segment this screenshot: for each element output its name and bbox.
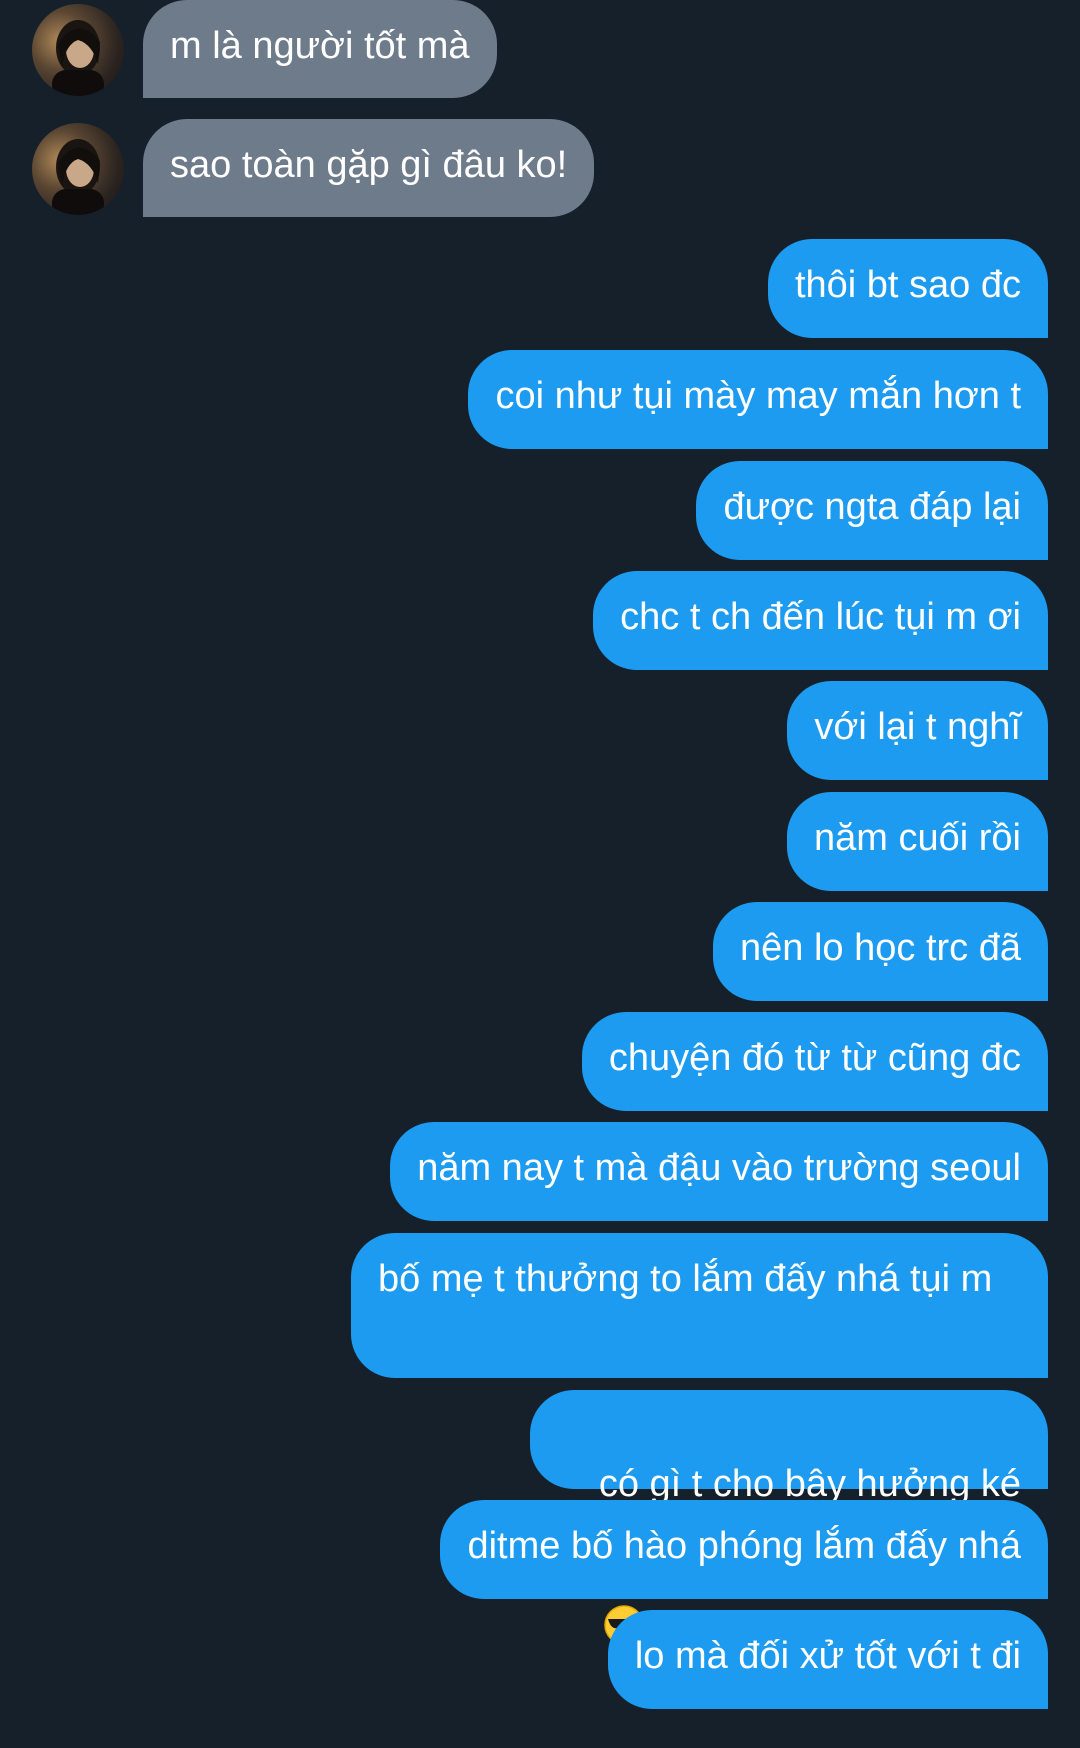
incoming-message[interactable]: sao toàn gặp gì đâu ko! bbox=[143, 119, 595, 217]
outgoing-message[interactable]: chc t ch đến lúc tụi m ơi bbox=[593, 571, 1048, 670]
outgoing-message[interactable]: ditme bố hào phóng lắm đấy nhá bbox=[440, 1500, 1048, 1599]
outgoing-message[interactable]: lo mà đối xử tốt với t đi bbox=[607, 1610, 1048, 1709]
outgoing-message[interactable]: nên lo học trc đã bbox=[713, 902, 1048, 1001]
contact-avatar[interactable] bbox=[32, 4, 124, 96]
incoming-message[interactable]: m là người tốt mà bbox=[143, 0, 497, 98]
outgoing-message[interactable]: chuyện đó từ từ cũng đc bbox=[581, 1012, 1048, 1111]
outgoing-message-text: có gì t cho bây hưởng ké bbox=[598, 1463, 1021, 1505]
outgoing-message[interactable]: có gì t cho bây hưởng ké bbox=[529, 1390, 1048, 1645]
outgoing-message[interactable]: bố mẹ t thưởng to lắm đấy nhá tụi m bbox=[351, 1233, 1048, 1378]
chat-thread: m là người tốt mà sao toàn gặp gì đâu ko… bbox=[0, 0, 1080, 1709]
outgoing-message[interactable]: năm nay t mà đậu vào trường seoul bbox=[390, 1122, 1048, 1221]
outgoing-message[interactable]: được ngta đáp lại bbox=[696, 461, 1048, 560]
contact-avatar[interactable] bbox=[32, 123, 124, 215]
outgoing-message[interactable]: năm cuối rồi bbox=[787, 792, 1048, 891]
outgoing-message[interactable]: thôi bt sao đc bbox=[767, 239, 1048, 338]
outgoing-message[interactable]: với lại t nghĩ bbox=[787, 681, 1048, 780]
outgoing-message[interactable]: coi như tụi mày may mắn hơn t bbox=[468, 350, 1048, 449]
